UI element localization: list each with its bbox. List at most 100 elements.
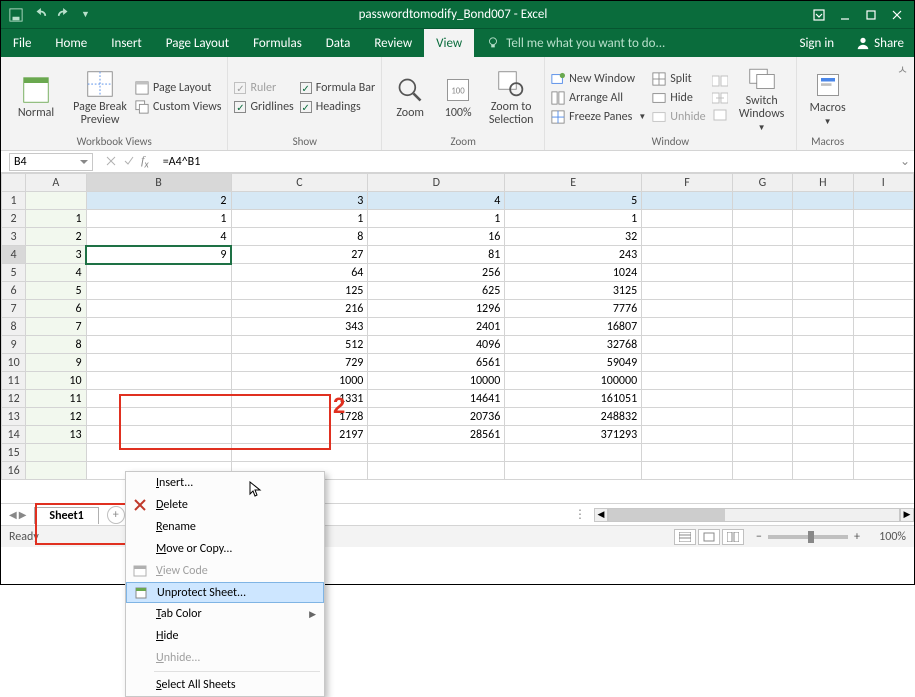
row-header[interactable]: 2 [2, 210, 26, 228]
cell[interactable]: 28561 [368, 426, 505, 444]
cell[interactable] [853, 426, 913, 444]
cell[interactable]: 8 [231, 228, 368, 246]
page-layout-shortcut[interactable] [698, 529, 720, 545]
cell[interactable]: 6 [26, 300, 86, 318]
custom-views-button[interactable]: Custom Views [135, 98, 221, 116]
close-button[interactable] [886, 5, 908, 25]
cell[interactable] [86, 282, 231, 300]
formula-bar-checkbox[interactable]: Formula Bar [300, 79, 375, 97]
hide-button[interactable]: Hide [652, 89, 705, 107]
cell[interactable] [853, 390, 913, 408]
cell[interactable]: 13 [26, 426, 86, 444]
row-header[interactable]: 9 [2, 336, 26, 354]
cell[interactable]: 243 [505, 246, 642, 264]
cell[interactable] [642, 246, 733, 264]
cell[interactable] [732, 444, 792, 462]
cell[interactable] [642, 282, 733, 300]
chevron-down-icon[interactable] [80, 158, 88, 166]
cell[interactable] [26, 444, 86, 462]
cell[interactable]: 6561 [368, 354, 505, 372]
row-header[interactable]: 6 [2, 282, 26, 300]
row-header[interactable]: 14 [2, 426, 26, 444]
cell[interactable] [853, 444, 913, 462]
cell[interactable]: 248832 [505, 408, 642, 426]
cell[interactable] [732, 192, 792, 210]
tab-formulas[interactable]: Formulas [241, 29, 314, 57]
cell[interactable]: 1 [368, 210, 505, 228]
normal-view-button[interactable]: Normal [7, 74, 65, 120]
cell[interactable] [642, 192, 733, 210]
gridlines-checkbox[interactable]: Gridlines [234, 98, 293, 116]
cell[interactable] [642, 210, 733, 228]
cell[interactable]: 4096 [368, 336, 505, 354]
horizontal-scrollbar[interactable]: ◀ ▶ [594, 508, 914, 522]
cell[interactable] [86, 408, 231, 426]
accept-formula-icon[interactable] [123, 155, 135, 167]
cell[interactable] [793, 372, 853, 390]
cell[interactable]: 4 [368, 192, 505, 210]
col-header-A[interactable]: A [26, 174, 86, 192]
table-row[interactable]: 651256253125 [2, 282, 914, 300]
table-row[interactable]: 1413219728561371293 [2, 426, 914, 444]
qat-dropdown-icon[interactable]: ▼ [81, 9, 90, 20]
cell[interactable] [86, 318, 231, 336]
cell[interactable]: 32 [505, 228, 642, 246]
cell[interactable]: 16807 [505, 318, 642, 336]
cell[interactable]: 7776 [505, 300, 642, 318]
zoom-out-button[interactable]: − [756, 530, 762, 544]
collapse-ribbon-icon[interactable]: ㅅ [891, 57, 914, 150]
cell[interactable] [793, 354, 853, 372]
cell[interactable]: 2401 [368, 318, 505, 336]
page-break-preview-button[interactable]: Page Break Preview [71, 68, 129, 127]
cell[interactable] [732, 372, 792, 390]
cell[interactable] [793, 390, 853, 408]
scroll-left-icon[interactable]: ◀ [594, 508, 608, 522]
name-box[interactable]: B4 [9, 153, 93, 171]
zoom-100-button[interactable]: 100 100% [438, 74, 478, 120]
cell[interactable]: 371293 [505, 426, 642, 444]
cell[interactable]: 1024 [505, 264, 642, 282]
table-row[interactable]: 4392781243 [2, 246, 914, 264]
cell[interactable]: 5 [26, 282, 86, 300]
table-row[interactable]: 1110100010000100000 [2, 372, 914, 390]
row-header[interactable]: 11 [2, 372, 26, 390]
normal-view-shortcut[interactable] [674, 529, 696, 545]
new-window-button[interactable]: New Window [551, 70, 646, 88]
table-row[interactable]: 1211133114641161051 [2, 390, 914, 408]
cell[interactable] [793, 264, 853, 282]
cell[interactable]: 9 [86, 246, 231, 264]
menu-tab-color[interactable]: Tab Color▶ [126, 603, 324, 625]
cell[interactable] [732, 336, 792, 354]
cell[interactable] [642, 300, 733, 318]
sign-in-link[interactable]: Sign in [787, 29, 846, 57]
row-header[interactable]: 16 [2, 462, 26, 480]
new-sheet-button[interactable]: + [107, 506, 125, 524]
cell[interactable]: 1 [26, 210, 86, 228]
select-all-corner[interactable] [2, 174, 26, 192]
cell[interactable]: 4 [86, 228, 231, 246]
tab-review[interactable]: Review [362, 29, 424, 57]
cell[interactable] [853, 192, 913, 210]
row-header[interactable]: 4 [2, 246, 26, 264]
cell[interactable] [853, 300, 913, 318]
table-row[interactable]: 87343240116807 [2, 318, 914, 336]
page-layout-button[interactable]: Page Layout [135, 79, 221, 97]
cell[interactable] [793, 318, 853, 336]
cell[interactable]: 16 [368, 228, 505, 246]
cell[interactable] [793, 426, 853, 444]
cell[interactable] [732, 264, 792, 282]
minimize-button[interactable] [834, 5, 856, 25]
freeze-panes-button[interactable]: Freeze Panes▼ [551, 108, 646, 126]
col-header-B[interactable]: B [86, 174, 231, 192]
column-headers[interactable]: A B C D E F G H I [2, 174, 914, 192]
cell[interactable] [732, 426, 792, 444]
cell[interactable]: 729 [231, 354, 368, 372]
menu-unprotect-sheet[interactable]: Unprotect Sheet... [126, 582, 324, 603]
cell[interactable] [853, 354, 913, 372]
cell[interactable]: 512 [231, 336, 368, 354]
row-header[interactable]: 7 [2, 300, 26, 318]
table-row[interactable]: 98512409632768 [2, 336, 914, 354]
cancel-formula-icon[interactable] [105, 155, 117, 167]
cell[interactable] [368, 444, 505, 462]
switch-windows-button[interactable]: Switch Windows▼ [734, 62, 790, 133]
